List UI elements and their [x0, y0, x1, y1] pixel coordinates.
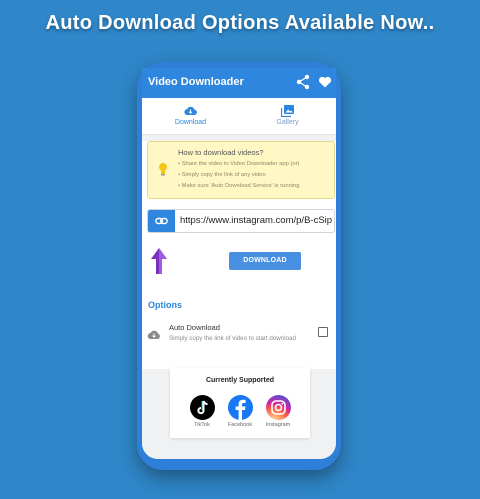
tab-bar: Download Gallery — [142, 98, 336, 163]
tab-download[interactable]: Download — [142, 98, 239, 134]
url-input-value[interactable]: https://www.instagram.com/p/B-cSip — [180, 215, 332, 226]
lightbulb-icon — [158, 162, 168, 176]
up-arrow-icon — [150, 248, 168, 274]
tab-gallery-label: Gallery — [276, 119, 299, 126]
how-to-box: How to download videos? • Share the vide… — [147, 141, 335, 199]
platform-name: Facebook — [227, 422, 253, 428]
facebook-icon — [227, 395, 253, 420]
app-title: Video Downloader — [148, 76, 244, 88]
platform-name: TikTok — [194, 422, 210, 428]
how-to-item: • Simply copy the link of any video — [178, 172, 266, 178]
platform-instagram: Instagram — [260, 395, 296, 428]
cloud-download-icon — [184, 104, 197, 116]
link-icon — [148, 210, 175, 232]
auto-download-option[interactable]: Auto Download Simply copy the link of vi… — [142, 318, 336, 354]
auto-download-subtitle: Simply copy the link of video to start d… — [169, 335, 296, 342]
cloud-download-icon — [147, 328, 161, 340]
how-to-item: • Share the video to Video Downloader ap… — [178, 161, 300, 167]
tab-download-label: Download — [174, 119, 207, 126]
tiktok-icon — [189, 395, 215, 420]
tab-gallery[interactable]: Gallery — [239, 98, 336, 134]
how-to-item: • Make sure 'Auto Download Service' is r… — [178, 183, 300, 189]
promo-headline: Auto Download Options Available Now.. — [45, 12, 435, 34]
platform-name: Instagram — [265, 422, 291, 428]
options-heading: Options — [148, 300, 182, 310]
supported-heading: Currently Supported — [205, 377, 275, 384]
gallery-icon — [280, 104, 294, 118]
supported-platforms-card: Currently Supported TikTok Facebook Inst… — [170, 368, 310, 438]
auto-download-title: Auto Download — [169, 323, 220, 332]
app-bar: Video Downloader — [142, 68, 336, 98]
platform-facebook: Facebook — [222, 395, 258, 428]
auto-download-checkbox[interactable] — [318, 327, 328, 337]
heart-icon[interactable] — [318, 75, 332, 89]
how-to-heading: How to download videos? — [178, 148, 264, 157]
share-icon[interactable] — [296, 74, 310, 90]
url-field[interactable]: https://www.instagram.com/p/B-cSip — [147, 209, 335, 233]
platform-tiktok: TikTok — [184, 395, 220, 428]
instagram-icon — [265, 395, 291, 420]
download-button[interactable]: DOWNLOAD — [229, 252, 301, 270]
app-screen: Video Downloader Download Gallery How to… — [142, 68, 336, 459]
